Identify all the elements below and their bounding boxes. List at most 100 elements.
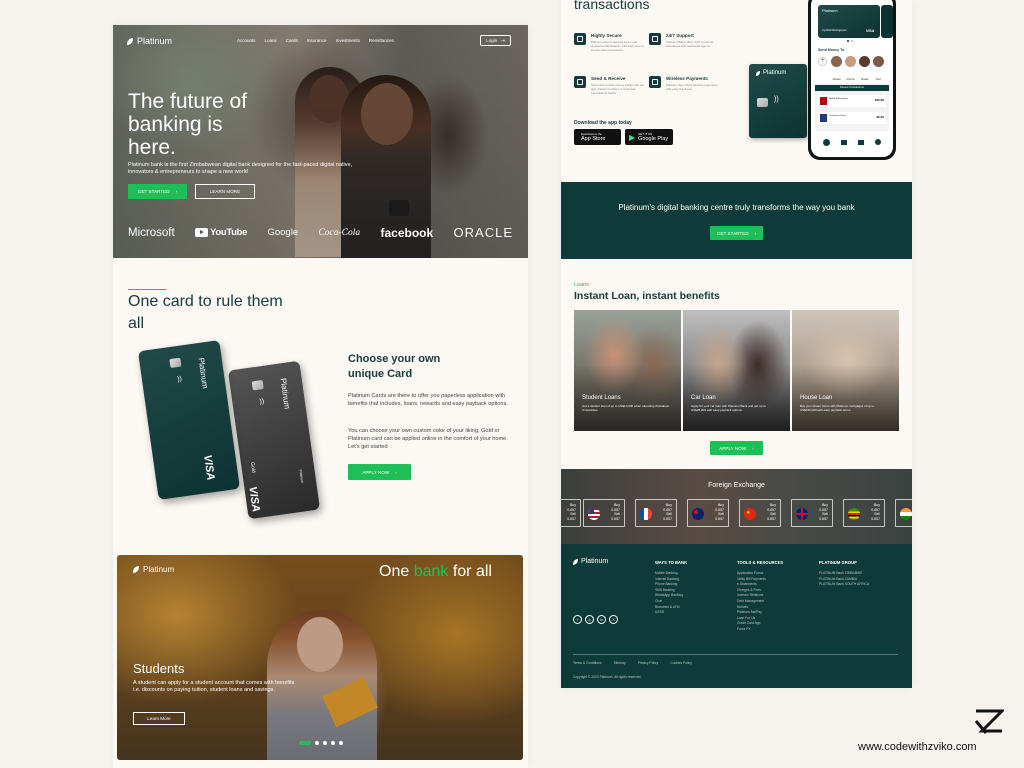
facebook-logo: facebook xyxy=(380,225,434,240)
fx-buy-value: 0.657 xyxy=(767,507,776,512)
footer-link[interactable]: Forex FX xyxy=(737,627,766,633)
apply-now-button[interactable]: APPLY NOW › xyxy=(348,464,411,480)
login-label: Login xyxy=(486,38,498,43)
tagline-post: for all xyxy=(448,563,492,580)
recent-transactions-title: Recent Transactions xyxy=(815,85,889,91)
footer-link[interactable]: Application Forms xyxy=(737,571,766,577)
footer-col-title: WAYS TO BANK xyxy=(655,560,688,565)
add-contact-icon[interactable]: + xyxy=(818,57,827,66)
loan-card-student[interactable]: Student Loans Get a student loan of up t… xyxy=(574,310,681,431)
codewithzviko-logo-icon xyxy=(974,709,1004,734)
leaf-icon xyxy=(573,558,578,565)
banner-cta-label: GET STARTED xyxy=(716,230,749,236)
zimbabwe-flag-icon xyxy=(848,508,860,520)
carousel-dot[interactable] xyxy=(339,741,343,745)
contact-item[interactable]: Ruvi xyxy=(873,56,884,85)
students-learn-more-button[interactable]: Learn More xyxy=(133,712,185,725)
nav-remittances[interactable]: Remittances xyxy=(369,38,394,43)
fx-sell-label: Sell xyxy=(822,512,828,516)
cards-heading: Choose your own unique Card xyxy=(348,353,441,380)
nav-insurance[interactable]: Insurance xyxy=(307,38,327,43)
contactless-icon: )) xyxy=(176,375,183,384)
students-overlay xyxy=(117,555,523,760)
linkedin-icon[interactable]: in xyxy=(597,615,606,624)
get-started-button[interactable]: GET STARTED › xyxy=(128,184,187,199)
loans-title: Instant Loan, instant benefits xyxy=(574,290,720,302)
nav-accounts[interactable]: Accounts xyxy=(237,38,256,43)
students-logo: Platinum xyxy=(133,565,174,574)
transaction-row[interactable]: Transfer to Clara $5.00 xyxy=(818,112,886,124)
coca-cola-logo: Coca-Cola xyxy=(318,227,361,238)
footer-link[interactable]: PLATINUM Bank SOUTH AFRICA xyxy=(819,582,869,588)
fx-card-inr[interactable] xyxy=(895,499,912,527)
facebook-icon[interactable]: f xyxy=(573,615,582,624)
section-accent-line xyxy=(128,289,166,290)
fx-card-cny[interactable]: ★ Buy 0.657 Sell 0.657 xyxy=(739,499,781,527)
wallet-icon[interactable] xyxy=(857,139,864,145)
phone-card-next[interactable] xyxy=(881,5,893,38)
footer-logo[interactable]: Platinum xyxy=(573,558,608,565)
contact-item[interactable]: Mutasa xyxy=(831,56,842,85)
fx-rates: Buy 0.657 Sell 0.657 xyxy=(871,503,880,521)
loan-card-car[interactable]: Car Loan Apply for your car loan with Pl… xyxy=(683,310,790,431)
play-store-icon: ▶ xyxy=(629,132,636,142)
contact-item[interactable]: Tanaka xyxy=(859,56,870,85)
microsoft-logo: Microsoft xyxy=(128,226,175,239)
loan-card-house[interactable]: House Loan Buy your dream home with Plat… xyxy=(792,310,899,431)
privacy-link[interactable]: Privacy Policy xyxy=(638,661,659,665)
contact-item[interactable]: Chemla xyxy=(845,56,856,85)
nav-logo[interactable]: Platinum xyxy=(127,36,172,46)
cookies-link[interactable]: Cookies Policy xyxy=(670,661,692,665)
banner-get-started-button[interactable]: GET STARTED › xyxy=(710,226,763,240)
sitemap-link[interactable]: Sitemap xyxy=(614,661,626,665)
footer-link[interactable]: Platinum Aid/Pay xyxy=(737,610,766,616)
nav-investments[interactable]: Investments xyxy=(336,38,360,43)
download-title: Download the app today xyxy=(574,120,632,126)
loans-apply-now-button[interactable]: APPLY NOW › xyxy=(710,441,763,455)
carousel-dot[interactable] xyxy=(315,741,319,745)
learn-more-button[interactable]: LEARN MORE xyxy=(195,184,255,199)
phone-card[interactable]: Platinum Cynthia Mutengeyuro VISA xyxy=(818,5,880,38)
footer-link[interactable]: PLATINUM Bank ZIMBABWE xyxy=(819,571,869,577)
fx-sell-label: Sell xyxy=(874,512,880,516)
loan-overlay xyxy=(574,310,681,431)
nav-loans[interactable]: Loans xyxy=(265,38,277,43)
fx-card[interactable]: Buy 0.657 Sell 0.657 xyxy=(561,499,581,527)
learn-more-label: LEARN MORE xyxy=(209,189,241,194)
fx-buy-label: Buy xyxy=(821,503,828,507)
instagram-icon[interactable]: ◎ xyxy=(585,615,594,624)
fx-card-eur[interactable]: Buy 0.657 Sell 0.657 xyxy=(635,499,677,527)
play-label: Google Play xyxy=(638,136,669,142)
france-flag-icon xyxy=(640,508,652,520)
transaction-amount: $15.99 xyxy=(874,98,884,102)
loan-desc: Buy your dream home with Platinum mortga… xyxy=(800,404,875,412)
fx-card-usd[interactable]: Buy 0.657 Sell 0.657 xyxy=(583,499,625,527)
home-icon[interactable] xyxy=(823,138,831,146)
footer-link[interactable]: USSD xyxy=(655,610,683,616)
carousel-dot-active[interactable] xyxy=(299,741,311,745)
fx-card-zwl[interactable]: Buy 0.657 Sell 0.657 xyxy=(843,499,885,527)
recent-transactions-panel: Recent Transactions Netflix Subscription… xyxy=(815,83,889,131)
social-links: f ◎ in X xyxy=(573,615,618,624)
support-icon xyxy=(649,33,661,45)
login-button[interactable]: Login ⇥ xyxy=(480,35,511,46)
google-play-button[interactable]: ▶ GET IT ON Google Play xyxy=(625,129,673,145)
footer-link[interactable]: Debt Management xyxy=(737,599,766,605)
card-icon[interactable] xyxy=(841,139,848,145)
twitter-icon[interactable]: X xyxy=(609,615,618,624)
phone-contacts: Mutasa Chemla Tanaka Ruvi xyxy=(831,56,884,85)
nav-cards[interactable]: Cards xyxy=(286,38,298,43)
fx-buy-value: 0.657 xyxy=(611,507,620,512)
students-title: Students xyxy=(133,661,185,676)
profile-icon[interactable] xyxy=(874,139,881,145)
app-store-button[interactable]: Download on the App Store xyxy=(574,129,621,145)
terms-link[interactable]: Terms & Conditions xyxy=(573,661,602,665)
carousel-dot[interactable] xyxy=(323,741,327,745)
fx-sell-value: 0.657 xyxy=(663,516,672,521)
fx-card-aud[interactable]: Buy 0.657 Sell 0.657 xyxy=(687,499,729,527)
fx-card-gbp[interactable]: Buy 0.657 Sell 0.657 xyxy=(791,499,833,527)
carousel-dot[interactable] xyxy=(331,741,335,745)
fx-rates: Buy 0.657 Sell 0.657 xyxy=(715,503,724,521)
oracle-logo: ORACLE xyxy=(453,225,513,240)
transaction-row[interactable]: Netflix Subscription $15.99 xyxy=(818,95,886,107)
